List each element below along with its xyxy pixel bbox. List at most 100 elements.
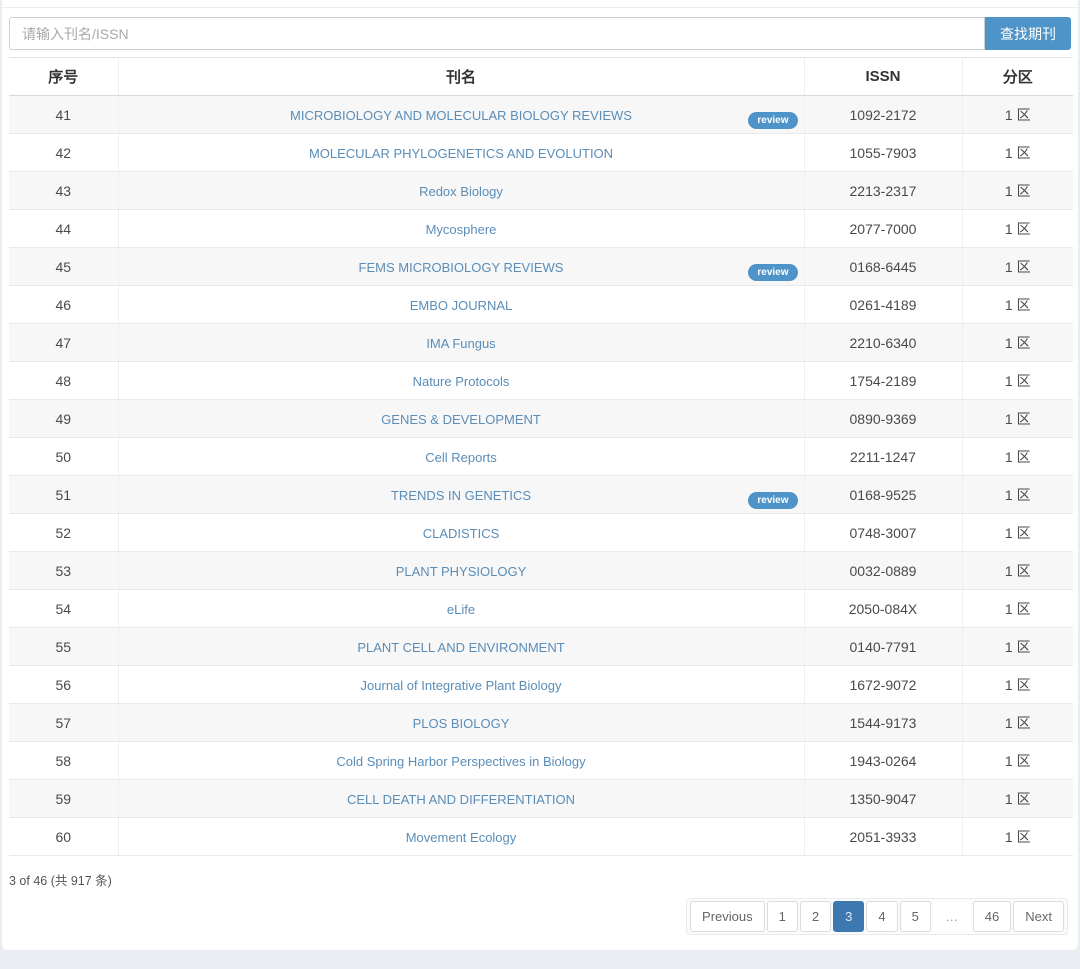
journal-link[interactable]: MICROBIOLOGY AND MOLECULAR BIOLOGY REVIE… bbox=[290, 108, 632, 123]
journal-name-cell: Mycosphere bbox=[117, 209, 804, 248]
journal-link[interactable]: Nature Protocols bbox=[413, 374, 510, 389]
journal-link[interactable]: eLife bbox=[447, 602, 475, 617]
table-row: 53 PLANT PHYSIOLOGY 0032-0889 1 区 bbox=[9, 551, 1073, 590]
zone-cell: 1 区 bbox=[961, 171, 1073, 210]
row-index-cell: 52 bbox=[9, 513, 118, 552]
journal-link[interactable]: MOLECULAR PHYLOGENETICS AND EVOLUTION bbox=[309, 146, 613, 161]
issn-cell: 1092-2172 bbox=[803, 95, 962, 134]
zone-cell: 1 区 bbox=[961, 475, 1073, 514]
row-index-cell: 60 bbox=[9, 817, 118, 856]
issn-cell: 0168-6445 bbox=[803, 247, 962, 286]
journal-link[interactable]: Mycosphere bbox=[426, 222, 497, 237]
journal-table: 序号 刊名 ISSN 分区 41 MICROBIOLOGY AND MOLECUL… bbox=[9, 57, 1073, 856]
search-input[interactable] bbox=[9, 17, 985, 50]
journal-link[interactable]: FEMS MICROBIOLOGY REVIEWS bbox=[359, 260, 564, 275]
pagination-previous-button[interactable]: Previous bbox=[690, 901, 765, 932]
issn-cell: 2051-3933 bbox=[803, 817, 962, 856]
pagination-next-button[interactable]: Next bbox=[1013, 901, 1064, 932]
issn-cell: 2213-2317 bbox=[803, 171, 962, 210]
journal-name-cell: FEMS MICROBIOLOGY REVIEWS review bbox=[117, 247, 804, 286]
table-header-row: 序号 刊名 ISSN 分区 bbox=[9, 57, 1073, 96]
table-row: 44 Mycosphere 2077-7000 1 区 bbox=[9, 209, 1073, 248]
zone-cell: 1 区 bbox=[961, 627, 1073, 666]
journal-link[interactable]: CLADISTICS bbox=[423, 526, 500, 541]
row-index-cell: 41 bbox=[9, 95, 118, 134]
row-index-cell: 43 bbox=[9, 171, 118, 210]
review-badge: review bbox=[748, 264, 798, 281]
journal-link[interactable]: PLOS BIOLOGY bbox=[413, 716, 510, 731]
journal-link[interactable]: Cold Spring Harbor Perspectives in Biolo… bbox=[336, 754, 585, 769]
row-index-cell: 58 bbox=[9, 741, 118, 780]
pagination-page-4[interactable]: 4 bbox=[866, 901, 898, 932]
journal-name-cell: Redox Biology bbox=[117, 171, 804, 210]
zone-cell: 1 区 bbox=[961, 209, 1073, 248]
table-row: 45 FEMS MICROBIOLOGY REVIEWS review 0168-64… bbox=[9, 247, 1073, 286]
row-index-cell: 59 bbox=[9, 779, 118, 818]
row-index-cell: 44 bbox=[9, 209, 118, 248]
table-row: 51 TRENDS IN GENETICS review 0168-9525 1 区 bbox=[9, 475, 1073, 514]
journal-link[interactable]: Redox Biology bbox=[419, 184, 503, 199]
journal-link[interactable]: Journal of Integrative Plant Biology bbox=[361, 678, 562, 693]
pagination-page-46[interactable]: 46 bbox=[972, 901, 1012, 932]
journal-link[interactable]: Cell Reports bbox=[425, 450, 497, 465]
journal-link[interactable]: EMBO JOURNAL bbox=[410, 298, 513, 313]
pagination-page-2[interactable]: 2 bbox=[799, 901, 832, 932]
table-row: 58 Cold Spring Harbor Perspectives in Bio… bbox=[9, 741, 1073, 780]
zone-cell: 1 区 bbox=[961, 323, 1073, 362]
pagination-page-5[interactable]: 5 bbox=[899, 901, 931, 932]
col-header-issn: ISSN bbox=[803, 57, 962, 96]
table-row: 56 Journal of Integrative Plant Biology 16… bbox=[9, 665, 1073, 704]
table-row: 52 CLADISTICS 0748-3007 1 区 bbox=[9, 513, 1073, 552]
journal-name-cell: PLANT CELL AND ENVIRONMENT bbox=[117, 627, 804, 666]
journal-name-cell: Cold Spring Harbor Perspectives in Biolo… bbox=[117, 741, 804, 780]
table-row: 55 PLANT CELL AND ENVIRONMENT 0140-7791 1 区 bbox=[9, 627, 1073, 666]
journal-link[interactable]: TRENDS IN GENETICS bbox=[391, 488, 531, 503]
journal-name-cell: Nature Protocols bbox=[117, 361, 804, 400]
zone-cell: 1 区 bbox=[961, 399, 1073, 438]
issn-cell: 0890-9369 bbox=[803, 399, 962, 438]
table-row: 54 eLife 2050-084X 1 区 bbox=[9, 589, 1073, 628]
journal-link[interactable]: IMA Fungus bbox=[426, 336, 495, 351]
issn-cell: 0261-4189 bbox=[803, 285, 962, 324]
zone-cell: 1 区 bbox=[961, 551, 1073, 590]
zone-cell: 1 区 bbox=[961, 437, 1073, 476]
row-index-cell: 56 bbox=[9, 665, 118, 704]
review-badge: review bbox=[748, 492, 798, 509]
table-row: 49 GENES & DEVELOPMENT 0890-9369 1 区 bbox=[9, 399, 1073, 438]
zone-cell: 1 区 bbox=[961, 779, 1073, 818]
pagination: Previous 1 2 3 4 5… 46 Next bbox=[686, 898, 1068, 935]
journal-link[interactable]: GENES & DEVELOPMENT bbox=[381, 412, 541, 427]
table-row: 42 MOLECULAR PHYLOGENETICS AND EVOLUTION 1… bbox=[9, 133, 1073, 172]
row-index-cell: 49 bbox=[9, 399, 118, 438]
zone-cell: 1 区 bbox=[961, 817, 1073, 856]
issn-cell: 1055-7903 bbox=[803, 133, 962, 172]
zone-cell: 1 区 bbox=[961, 741, 1073, 780]
issn-cell: 2050-084X bbox=[803, 589, 962, 628]
pagination-page-1[interactable]: 1 bbox=[766, 901, 798, 932]
journal-name-cell: GENES & DEVELOPMENT bbox=[117, 399, 804, 438]
journal-link[interactable]: PLANT CELL AND ENVIRONMENT bbox=[357, 640, 564, 655]
row-index-cell: 45 bbox=[9, 247, 118, 286]
zone-cell: 1 区 bbox=[961, 95, 1073, 134]
issn-cell: 2077-7000 bbox=[803, 209, 962, 248]
row-index-cell: 54 bbox=[9, 589, 118, 628]
row-index-cell: 53 bbox=[9, 551, 118, 590]
zone-cell: 1 区 bbox=[961, 589, 1073, 628]
journal-name-cell: Cell Reports bbox=[117, 437, 804, 476]
row-index-cell: 42 bbox=[9, 133, 118, 172]
journal-name-cell: MOLECULAR PHYLOGENETICS AND EVOLUTION bbox=[117, 133, 804, 172]
col-header-zone: 分区 bbox=[961, 57, 1073, 96]
journal-name-cell: IMA Fungus bbox=[117, 323, 804, 362]
search-bar: 查找期刊 bbox=[9, 17, 1071, 50]
issn-cell: 0140-7791 bbox=[803, 627, 962, 666]
review-badge: review bbox=[748, 112, 798, 129]
journal-link[interactable]: Movement Ecology bbox=[406, 830, 517, 845]
search-button[interactable]: 查找期刊 bbox=[985, 17, 1071, 50]
journal-link[interactable]: CELL DEATH AND DIFFERENTIATION bbox=[347, 792, 575, 807]
journal-name-cell: PLANT PHYSIOLOGY bbox=[117, 551, 804, 590]
pagination-page-3-active[interactable]: 3 bbox=[833, 901, 865, 932]
journal-name-cell: MICROBIOLOGY AND MOLECULAR BIOLOGY REVIE… bbox=[117, 95, 804, 134]
journal-link[interactable]: PLANT PHYSIOLOGY bbox=[396, 564, 527, 579]
issn-cell: 1350-9047 bbox=[803, 779, 962, 818]
journal-name-cell: EMBO JOURNAL bbox=[117, 285, 804, 324]
